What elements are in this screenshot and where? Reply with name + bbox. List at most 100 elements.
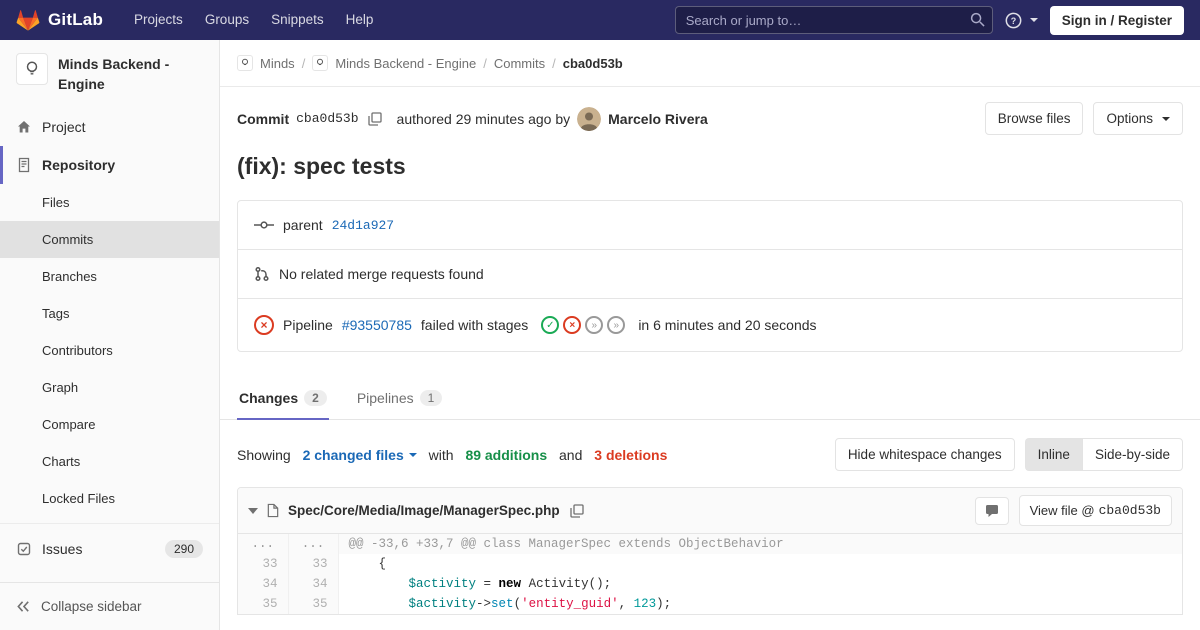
view-file-button[interactable]: View file @ cba0d53b bbox=[1018, 495, 1172, 526]
pipeline-stage-success-icon[interactable] bbox=[541, 316, 560, 334]
changed-files-dropdown[interactable]: 2 changed files bbox=[303, 447, 417, 463]
author-avatar[interactable] bbox=[577, 106, 602, 131]
pipeline-label: Pipeline bbox=[283, 317, 333, 333]
nav-item-help[interactable]: Help bbox=[335, 0, 385, 40]
diff-line-row: 33 33 { bbox=[238, 554, 1182, 574]
tab-pipelines[interactable]: Pipelines 1 bbox=[355, 378, 445, 420]
issues-icon bbox=[17, 542, 31, 555]
pipeline-stage-skipped-icon[interactable] bbox=[607, 316, 626, 334]
navbar-right: ? Sign in / Register bbox=[674, 5, 1184, 35]
chevron-down-icon bbox=[1029, 18, 1038, 22]
diff-file-path[interactable]: Spec/Core/Media/Image/ManagerSpec.php bbox=[288, 503, 560, 518]
gitlab-home-link[interactable]: GitLab bbox=[16, 8, 103, 32]
sidebar-item-contributors[interactable]: Contributors bbox=[0, 332, 219, 369]
sidebar-item-graph[interactable]: Graph bbox=[0, 369, 219, 406]
sidebar-item-branches[interactable]: Branches bbox=[0, 258, 219, 295]
breadcrumb-separator: / bbox=[301, 55, 306, 71]
hunk-old-ln: ... bbox=[238, 534, 289, 554]
breadcrumb-current-sha: cba0d53b bbox=[562, 55, 623, 71]
pipeline-stage-failed-icon[interactable] bbox=[563, 316, 582, 334]
diff-lines: ... ... @@ -33,6 +33,7 @@ class ManagerS… bbox=[238, 534, 1182, 614]
commit-header: Commit cba0d53b authored 29 minutes ago … bbox=[220, 87, 1200, 145]
group-avatar bbox=[237, 55, 253, 71]
copy-icon bbox=[569, 503, 584, 518]
author-name-link[interactable]: Marcelo Rivera bbox=[608, 111, 708, 127]
sidebar-item-compare[interactable]: Compare bbox=[0, 406, 219, 443]
diff-hunk-row: ... ... @@ -33,6 +33,7 @@ class ManagerS… bbox=[238, 534, 1182, 554]
sidebar-item-tags[interactable]: Tags bbox=[0, 295, 219, 332]
view-mode-segmented-control: Inline Side-by-side bbox=[1024, 438, 1183, 471]
search-input[interactable] bbox=[674, 6, 993, 34]
diff-line-number[interactable]: 35 bbox=[238, 594, 289, 614]
diff-code-cell: $activity = new Activity(); bbox=[408, 577, 612, 591]
tab-pipelines-count: 1 bbox=[419, 390, 443, 406]
nav-item-snippets[interactable]: Snippets bbox=[260, 0, 335, 40]
browse-files-button[interactable]: Browse files bbox=[984, 102, 1084, 135]
inline-view-button[interactable]: Inline bbox=[1024, 438, 1082, 471]
diff-summary-row: Showing 2 changed files with 89 addition… bbox=[220, 420, 1200, 485]
help-dropdown[interactable]: ? bbox=[1005, 12, 1038, 29]
and-label: and bbox=[559, 446, 583, 463]
toggle-file-comments-button[interactable] bbox=[974, 496, 1009, 525]
project-context-header[interactable]: Minds Backend - Engine bbox=[0, 40, 219, 108]
diff-line-number[interactable]: 34 bbox=[288, 574, 339, 594]
parent-sha-link[interactable]: 24d1a927 bbox=[332, 218, 394, 233]
commit-info-box: parent 24d1a927 No related merge request… bbox=[237, 200, 1183, 352]
issues-count-badge: 290 bbox=[164, 539, 203, 558]
sidebar-item-label: Issues bbox=[42, 540, 83, 557]
sidebar-item-commits[interactable]: Commits bbox=[0, 220, 219, 258]
side-by-side-view-button[interactable]: Side-by-side bbox=[1081, 438, 1183, 471]
copy-sha-button[interactable] bbox=[366, 110, 384, 128]
project-avatar bbox=[16, 53, 48, 85]
sidebar-divider bbox=[0, 522, 219, 524]
diff-line-number[interactable]: 34 bbox=[238, 574, 289, 594]
sidebar-item-project[interactable]: Project bbox=[0, 108, 219, 146]
hide-whitespace-button[interactable]: Hide whitespace changes bbox=[834, 438, 1015, 471]
file-icon bbox=[267, 503, 279, 518]
sidebar-item-issues[interactable]: Issues 290 bbox=[0, 530, 219, 568]
commit-label: Commit bbox=[237, 110, 290, 127]
commit-actions: Browse files Options bbox=[984, 102, 1183, 135]
tab-changes[interactable]: Changes 2 bbox=[237, 378, 329, 420]
tab-changes-label: Changes bbox=[239, 390, 299, 406]
diff-line-number[interactable]: 33 bbox=[288, 554, 339, 574]
main-nav: Projects Groups Snippets Help bbox=[123, 0, 384, 40]
copy-file-path-button[interactable] bbox=[568, 502, 586, 520]
hunk-header-text: @@ -33,6 +33,7 @@ class ManagerSpec exte… bbox=[338, 534, 1182, 554]
nav-item-projects[interactable]: Projects bbox=[123, 0, 194, 40]
sidebar-nav: Project Repository Files Commits Branche… bbox=[0, 108, 219, 568]
options-dropdown-button[interactable]: Options bbox=[1093, 102, 1183, 135]
sidebar-item-label: Repository bbox=[42, 156, 116, 173]
pipeline-id-link[interactable]: #93550785 bbox=[342, 317, 412, 333]
nav-item-groups[interactable]: Groups bbox=[194, 0, 260, 40]
sidebar-item-locked-files[interactable]: Locked Files bbox=[0, 480, 219, 517]
lightbulb-icon bbox=[242, 58, 248, 66]
diff-file-card: Spec/Core/Media/Image/ManagerSpec.php Vi… bbox=[237, 487, 1183, 615]
breadcrumb-minds[interactable]: Minds bbox=[260, 56, 295, 71]
collapse-sidebar-button[interactable]: Collapse sidebar bbox=[0, 582, 219, 630]
sign-in-button[interactable]: Sign in / Register bbox=[1049, 5, 1184, 35]
svg-text:?: ? bbox=[1010, 15, 1015, 25]
diff-line-row: 35 35 $activity->set('entity_guid', 123); bbox=[238, 594, 1182, 614]
sidebar-item-files[interactable]: Files bbox=[0, 184, 219, 221]
collapse-sidebar-label: Collapse sidebar bbox=[41, 599, 142, 614]
commit-sha: cba0d53b bbox=[296, 111, 359, 126]
question-icon: ? bbox=[1005, 12, 1022, 28]
commit-tabs: Changes 2 Pipelines 1 bbox=[220, 378, 1200, 420]
pipeline-failed-icon bbox=[254, 315, 274, 335]
collapse-diff-caret[interactable] bbox=[248, 507, 258, 514]
hunk-new-ln: ... bbox=[288, 534, 339, 554]
sidebar-item-repository[interactable]: Repository bbox=[0, 145, 219, 184]
chevron-down-icon bbox=[408, 452, 417, 457]
main-content: Minds / Minds Backend - Engine / Commits… bbox=[220, 40, 1200, 630]
gitlab-tanuki-icon bbox=[16, 10, 40, 31]
with-label: with bbox=[428, 446, 454, 463]
breadcrumb-commits[interactable]: Commits bbox=[494, 56, 545, 71]
pipeline-stage-skipped-icon[interactable] bbox=[585, 316, 604, 334]
diff-line-number[interactable]: 33 bbox=[238, 554, 289, 574]
diff-line-number[interactable]: 35 bbox=[288, 594, 339, 614]
breadcrumb-project[interactable]: Minds Backend - Engine bbox=[335, 56, 476, 71]
gitlab-wordmark: GitLab bbox=[48, 10, 104, 29]
sidebar-item-charts[interactable]: Charts bbox=[0, 443, 219, 480]
diff-header-actions: View file @ cba0d53b bbox=[974, 495, 1172, 526]
